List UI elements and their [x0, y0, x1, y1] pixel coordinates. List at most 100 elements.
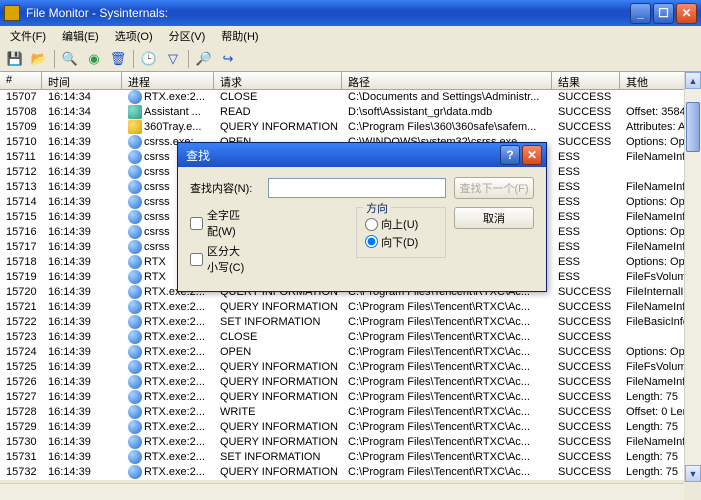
cell-time: 16:14:39: [42, 165, 122, 180]
match-case-checkbox[interactable]: [190, 253, 203, 266]
cell-request: OPEN: [214, 345, 342, 360]
clock-icon[interactable]: 🕒: [140, 50, 158, 68]
process-icon: [128, 165, 142, 179]
process-icon: [128, 300, 142, 314]
table-row[interactable]: 1570716:14:34RTX.exe:2...CLOSEC:\Documen…: [0, 90, 701, 105]
filter-icon[interactable]: ▽: [164, 50, 182, 68]
header-time[interactable]: 时间: [42, 72, 122, 89]
cell-id: 15719: [0, 270, 42, 285]
table-row[interactable]: 1572416:14:39RTX.exe:2...OPENC:\Program …: [0, 345, 701, 360]
cell-id: 15724: [0, 345, 42, 360]
dialog-titlebar[interactable]: 查找 ? ✕: [178, 143, 546, 167]
menu-options[interactable]: 选项(O): [109, 26, 159, 46]
find-content-input[interactable]: [268, 178, 446, 198]
direction-up-radio[interactable]: [365, 218, 378, 231]
cell-process: 360Tray.e...: [122, 120, 214, 135]
save-icon[interactable]: 💾: [6, 50, 24, 68]
minimize-button[interactable]: _: [630, 3, 651, 24]
cell-id: 15722: [0, 315, 42, 330]
whole-word-checkbox[interactable]: [190, 217, 203, 230]
header-request[interactable]: 请求: [214, 72, 342, 89]
process-icon: [128, 225, 142, 239]
process-icon: [128, 105, 142, 119]
cell-time: 16:14:34: [42, 105, 122, 120]
table-row[interactable]: 1570816:14:34Assistant ...READD:\soft\As…: [0, 105, 701, 120]
cell-id: 15717: [0, 240, 42, 255]
cell-result: SUCCESS: [552, 420, 620, 435]
scroll-up-arrow[interactable]: ▲: [685, 72, 701, 89]
window-title: File Monitor - Sysinternals:: [24, 6, 630, 20]
cell-time: 16:14:39: [42, 405, 122, 420]
cell-time: 16:14:39: [42, 150, 122, 165]
cell-time: 16:14:39: [42, 270, 122, 285]
cell-request: QUERY INFORMATION: [214, 300, 342, 315]
whole-word-label: 全字匹配(W): [207, 207, 246, 239]
cell-result: SUCCESS: [552, 285, 620, 300]
cell-result: ESS: [552, 225, 620, 240]
scroll-down-arrow[interactable]: ▼: [685, 465, 701, 482]
header-result[interactable]: 结果: [552, 72, 620, 89]
cell-id: 15710: [0, 135, 42, 150]
table-row[interactable]: 1572116:14:39RTX.exe:2...QUERY INFORMATI…: [0, 300, 701, 315]
header-process[interactable]: 进程: [122, 72, 214, 89]
table-row[interactable]: 1572616:14:39RTX.exe:2...QUERY INFORMATI…: [0, 375, 701, 390]
table-row[interactable]: 1572216:14:39RTX.exe:2...SET INFORMATION…: [0, 315, 701, 330]
menu-file[interactable]: 文件(F): [4, 26, 52, 46]
cell-process: RTX.exe:2...: [122, 300, 214, 315]
table-row[interactable]: 1573016:14:39RTX.exe:2...QUERY INFORMATI…: [0, 435, 701, 450]
cell-path: C:\Program Files\Tencent\RTXC\Ac...: [342, 465, 552, 480]
table-row[interactable]: 1572316:14:39RTX.exe:2...CLOSEC:\Program…: [0, 330, 701, 345]
process-icon: [128, 450, 142, 464]
table-row[interactable]: 1570916:14:39360Tray.e...QUERY INFORMATI…: [0, 120, 701, 135]
menu-volume[interactable]: 分区(V): [163, 26, 212, 46]
dialog-close-button[interactable]: ✕: [522, 145, 542, 165]
cell-result: SUCCESS: [552, 330, 620, 345]
clear-icon[interactable]: 🗑: [109, 50, 127, 68]
direction-down-radio[interactable]: [365, 235, 378, 248]
cell-request: QUERY INFORMATION: [214, 375, 342, 390]
cell-time: 16:14:39: [42, 465, 122, 480]
cell-path: C:\Program Files\Tencent\RTXC\Ac...: [342, 315, 552, 330]
autoscroll-icon[interactable]: ◉: [85, 50, 103, 68]
menu-edit[interactable]: 编辑(E): [56, 26, 105, 46]
table-row[interactable]: 1572516:14:39RTX.exe:2...QUERY INFORMATI…: [0, 360, 701, 375]
find-icon[interactable]: 🔎: [195, 50, 213, 68]
capture-icon[interactable]: 🔍: [61, 50, 79, 68]
vertical-scrollbar[interactable]: ▲ ▼: [684, 72, 701, 482]
header-id[interactable]: #: [0, 72, 42, 89]
table-row[interactable]: 1573216:14:39RTX.exe:2...QUERY INFORMATI…: [0, 465, 701, 480]
maximize-button[interactable]: ☐: [653, 3, 674, 24]
cell-id: 15718: [0, 255, 42, 270]
cell-path: C:\Program Files\Tencent\RTXC\Ac...: [342, 345, 552, 360]
cell-process: RTX.exe:2...: [122, 90, 214, 105]
cancel-button[interactable]: 取消: [454, 207, 534, 229]
process-icon: [128, 150, 142, 164]
menu-help[interactable]: 帮助(H): [215, 26, 264, 46]
cell-process: RTX.exe:2...: [122, 405, 214, 420]
window-titlebar[interactable]: File Monitor - Sysinternals: _ ☐ ✕: [0, 0, 701, 26]
jump-icon[interactable]: ↪: [219, 50, 237, 68]
table-row[interactable]: 1572716:14:39RTX.exe:2...QUERY INFORMATI…: [0, 390, 701, 405]
cell-time: 16:14:39: [42, 420, 122, 435]
table-row[interactable]: 1572816:14:39RTX.exe:2...WRITEC:\Program…: [0, 405, 701, 420]
dialog-title: 查找: [182, 147, 498, 164]
cell-request: CLOSE: [214, 90, 342, 105]
table-row[interactable]: 1573116:14:39RTX.exe:2...SET INFORMATION…: [0, 450, 701, 465]
cell-time: 16:14:39: [42, 360, 122, 375]
find-next-button[interactable]: 查找下一个(F): [454, 177, 534, 199]
header-path[interactable]: 路径: [342, 72, 552, 89]
table-row[interactable]: 1572916:14:39RTX.exe:2...QUERY INFORMATI…: [0, 420, 701, 435]
cell-path: C:\Program Files\360\360safe\safem...: [342, 120, 552, 135]
open-icon[interactable]: 📂: [30, 50, 48, 68]
horizontal-scrollbar[interactable]: [0, 483, 684, 500]
dialog-help-button[interactable]: ?: [500, 145, 520, 165]
cell-time: 16:14:39: [42, 390, 122, 405]
close-button[interactable]: ✕: [676, 3, 697, 24]
cell-id: 15732: [0, 465, 42, 480]
cell-request: WRITE: [214, 405, 342, 420]
cell-path: D:\soft\Assistant_gr\data.mdb: [342, 105, 552, 120]
cell-id: 15720: [0, 285, 42, 300]
scroll-thumb[interactable]: [686, 102, 700, 152]
process-icon: [128, 255, 142, 269]
cell-process: RTX.exe:2...: [122, 330, 214, 345]
